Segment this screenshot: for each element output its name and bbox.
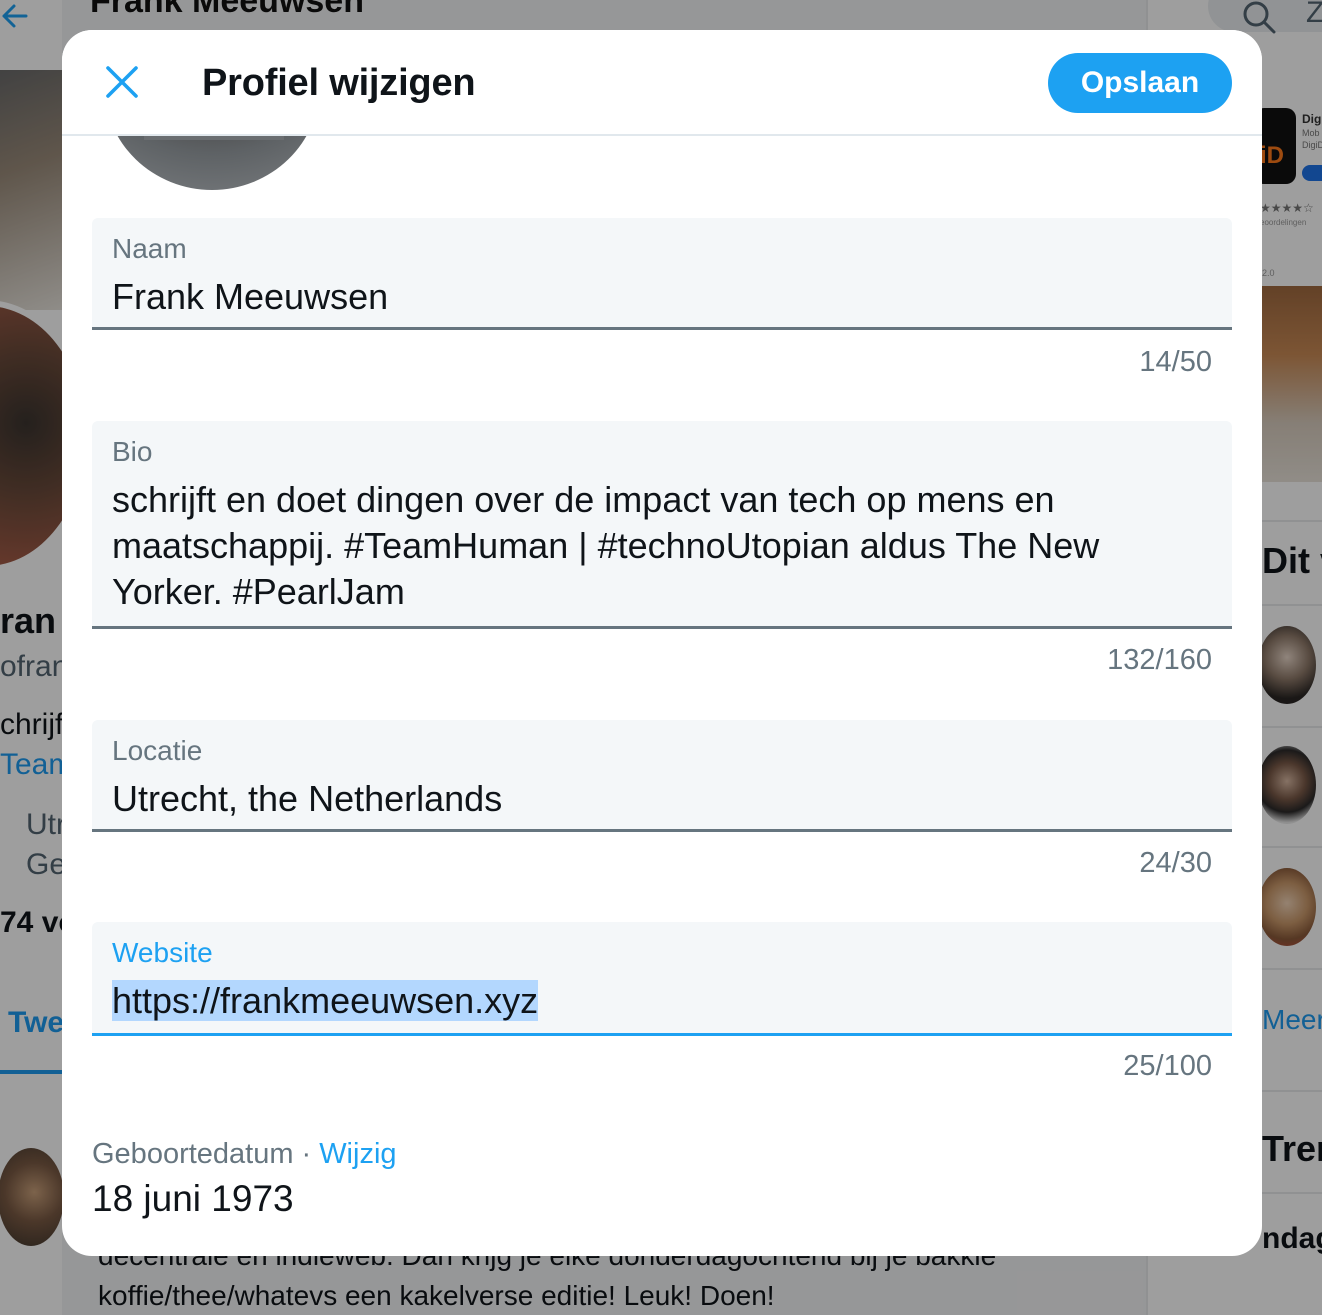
birthdate-value: 18 juni 1973	[92, 1178, 294, 1219]
website-field[interactable]: Website https://frankmeeuwsen.xyz	[92, 922, 1232, 1036]
website-char-counter: 25/100	[1123, 1050, 1212, 1082]
birthdate-edit-link[interactable]: Wijzig	[319, 1138, 396, 1170]
modal-title: Profiel wijzigen	[202, 62, 476, 104]
location-field-label: Locatie	[112, 735, 203, 766]
bio-char-counter: 132/160	[1107, 644, 1212, 676]
birthdate-label: Geboortedatum	[92, 1138, 294, 1170]
bio-field[interactable]: Bio schrijft en doet dingen over de impa…	[92, 421, 1232, 629]
location-input[interactable]: Utrecht, the Netherlands	[112, 776, 1212, 822]
website-input[interactable]: https://frankmeeuwsen.xyz	[112, 978, 1212, 1024]
edit-profile-modal: Profiel wijzigen Opslaan Naam Frank Meeu…	[62, 30, 1262, 1256]
bio-textarea[interactable]: schrijft en doet dingen over de impact v…	[112, 477, 1212, 615]
website-selected-text: https://frankmeeuwsen.xyz	[112, 980, 539, 1021]
location-char-counter: 24/30	[1139, 847, 1212, 879]
name-char-counter: 14/50	[1139, 346, 1212, 378]
name-input[interactable]: Frank Meeuwsen	[112, 274, 1212, 320]
website-field-label: Website	[112, 937, 213, 968]
save-button[interactable]: Opslaan	[1048, 53, 1232, 113]
close-button[interactable]	[96, 56, 148, 108]
birthdate-separator: ·	[301, 1138, 312, 1170]
modal-header: Profiel wijzigen Opslaan	[62, 30, 1262, 136]
name-field-label: Naam	[112, 233, 187, 264]
location-field[interactable]: Locatie Utrecht, the Netherlands	[92, 720, 1232, 832]
birthdate-label-row: Geboortedatum · Wijzig	[92, 1138, 397, 1171]
name-field[interactable]: Naam Frank Meeuwsen	[92, 218, 1232, 330]
bio-field-label: Bio	[112, 436, 153, 467]
close-icon	[106, 66, 138, 98]
